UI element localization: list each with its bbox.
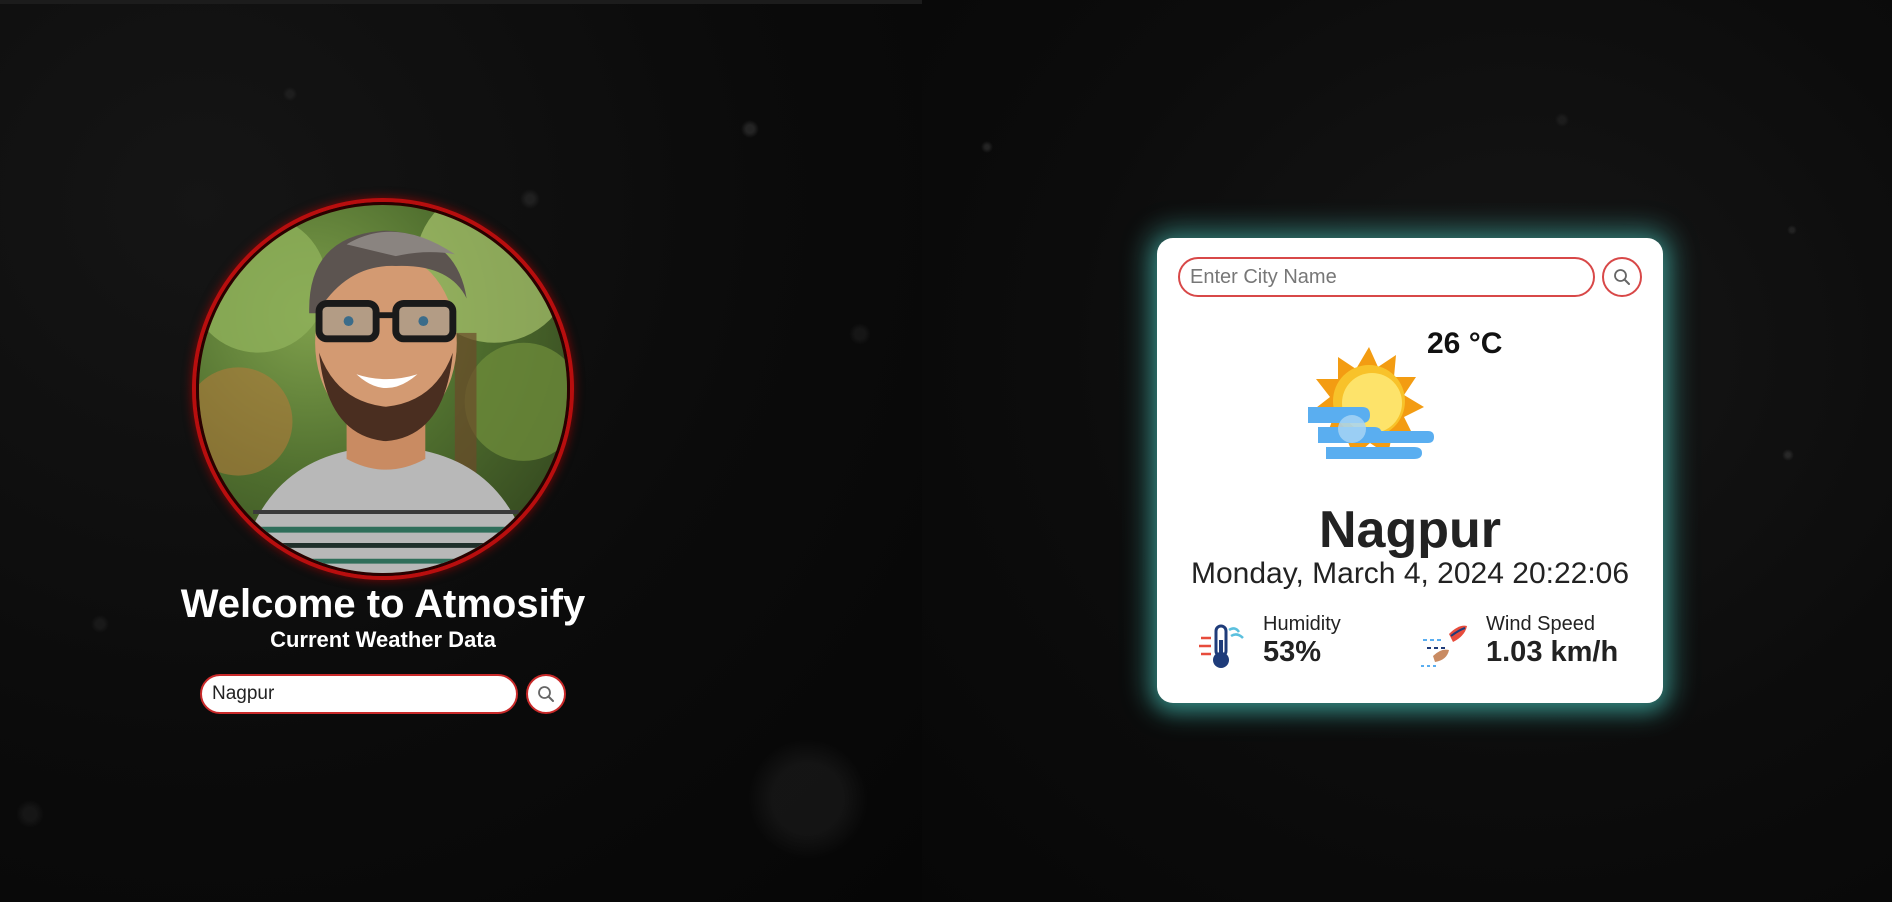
wind-label: Wind Speed <box>1486 613 1595 635</box>
welcome-panel: Welcome to Atmosify Current Weather Data… <box>0 0 922 902</box>
weather-panel: Enter City Name 26 °C Nagpur Monday, Mar… <box>922 0 1892 902</box>
humidity-value: 53% <box>1263 636 1322 668</box>
thermometer-icon <box>1199 624 1244 668</box>
humidity-label: Humidity <box>1263 613 1341 635</box>
weather-card: Enter City Name 26 °C Nagpur Monday, Mar… <box>1157 238 1663 703</box>
profile-photo <box>199 205 567 573</box>
city-name: Nagpur <box>1319 501 1501 559</box>
search-icon <box>1614 269 1630 285</box>
wind-value: 1.03 km/h <box>1486 636 1619 668</box>
welcome-subtitle: Current Weather Data <box>270 627 496 652</box>
search-icon <box>538 686 554 702</box>
city-search-value: Nagpur <box>212 683 275 704</box>
profile-avatar <box>196 202 570 576</box>
city-search-input[interactable]: Nagpur <box>200 674 518 714</box>
temperature-readout: 26 °C <box>1427 327 1503 360</box>
wind-icon <box>1421 625 1467 667</box>
date-time: Monday, March 4, 2024 20:22:06 <box>1190 557 1630 590</box>
sun-cloud-icon <box>1308 347 1434 459</box>
card-search-input[interactable]: Enter City Name <box>1178 257 1595 297</box>
city-search-button[interactable] <box>526 674 566 714</box>
card-search-button[interactable] <box>1602 257 1642 297</box>
welcome-title: Welcome to Atmosify <box>180 582 586 626</box>
card-search-placeholder: Enter City Name <box>1190 265 1337 288</box>
